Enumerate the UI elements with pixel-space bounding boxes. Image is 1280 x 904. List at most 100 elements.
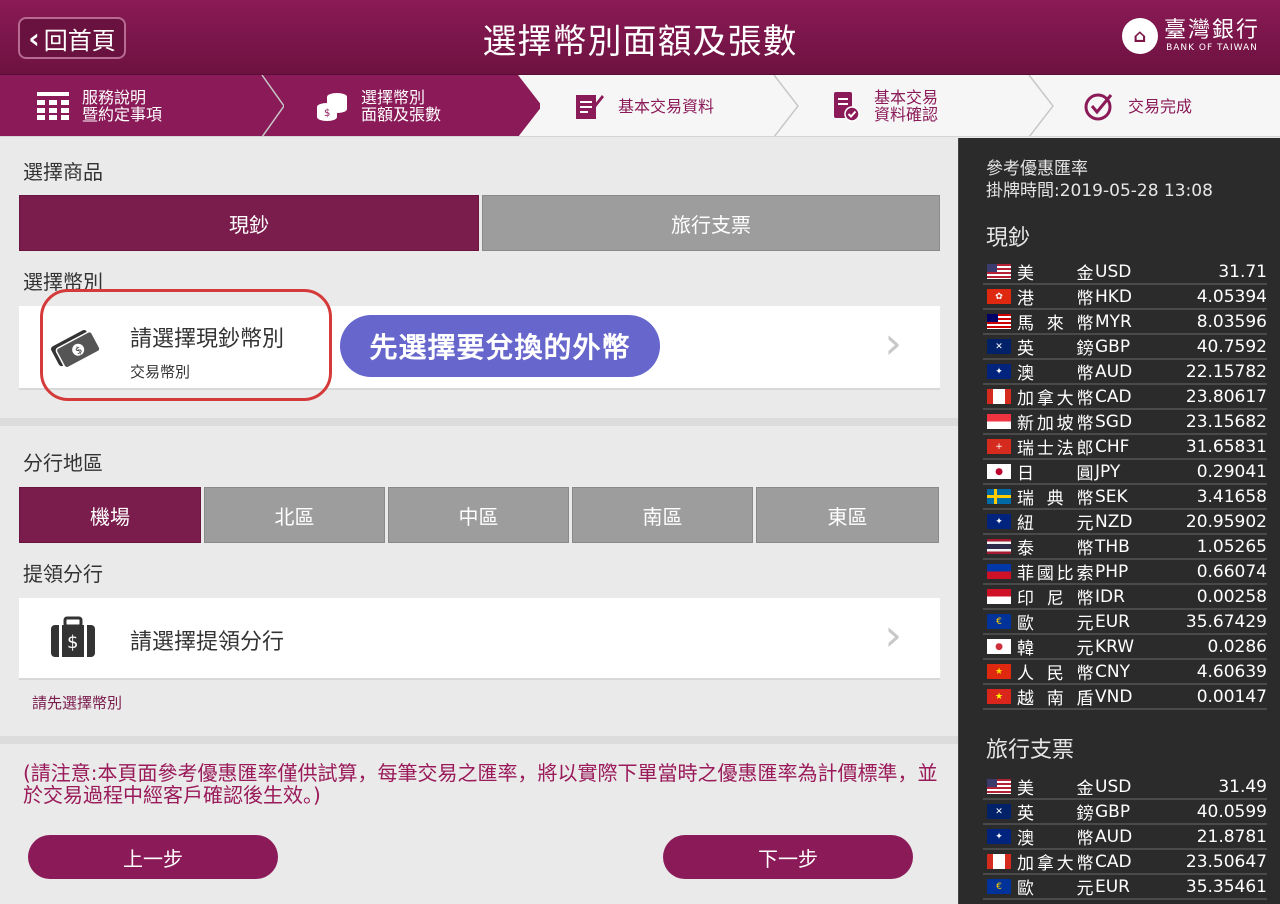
rate-currency-code: USD bbox=[1095, 261, 1132, 282]
rate-currency-name: 英鎊 bbox=[1017, 339, 1094, 359]
se-flag-icon bbox=[987, 489, 1011, 504]
cash-rates-table: 美金 USD 31.71 ✿ 港幣 HKD 4.05394 馬來幣 MYR 8.03596 ✕ 英鎊 G… bbox=[983, 260, 1267, 710]
rate-currency-name: 馬來幣 bbox=[1017, 314, 1094, 334]
rate-value: 0.29041 bbox=[1196, 461, 1267, 482]
next-step-button[interactable]: 下一步 bbox=[663, 835, 913, 879]
nz-flag-icon: ✦ bbox=[987, 514, 1011, 529]
rate-currency-name: 英鎊 bbox=[1017, 804, 1094, 824]
th-flag-icon bbox=[987, 539, 1011, 554]
hk-flag-icon: ✿ bbox=[987, 289, 1011, 304]
rate-row-aud: ✦ 澳幣 AUD 21.8781 bbox=[983, 825, 1267, 850]
region-option-south[interactable]: 南區 bbox=[572, 487, 753, 543]
rate-currency-name: 加拿大幣 bbox=[1017, 854, 1094, 874]
rate-currency-code: AUD bbox=[1095, 361, 1133, 382]
rate-value: 23.80617 bbox=[1185, 386, 1267, 407]
cash-rates-title: 現鈔 bbox=[986, 226, 1031, 251]
edit-form-icon bbox=[572, 89, 606, 123]
my-flag-icon bbox=[987, 314, 1011, 329]
rate-currency-name: 韓元 bbox=[1017, 639, 1094, 659]
step-service-terms: 服務說明 暨約定事項 bbox=[0, 75, 263, 136]
rate-value: 4.60639 bbox=[1196, 661, 1267, 682]
rate-value: 35.35461 bbox=[1185, 876, 1267, 897]
step-separator bbox=[254, 75, 284, 136]
region-option-north[interactable]: 北區 bbox=[204, 487, 385, 543]
product-option-travelers-cheque[interactable]: 旅行支票 bbox=[482, 195, 940, 251]
cn-flag-icon: ★ bbox=[987, 664, 1011, 679]
top-bar: ‹ 回首頁 選擇幣別面額及張數 ⌂ 臺灣銀行 BANK OF TAIWAN bbox=[0, 0, 1280, 75]
divider bbox=[0, 736, 958, 744]
rate-currency-name: 印尼幣 bbox=[1017, 589, 1094, 609]
coins-icon: $ bbox=[315, 89, 349, 123]
cash-money-icon: $ bbox=[47, 324, 103, 376]
rate-row-vnd: ★ 越南盾 VND 0.00147 bbox=[983, 685, 1267, 710]
rate-row-cny: ★ 人民幣 CNY 4.60639 bbox=[983, 660, 1267, 685]
rate-currency-code: VND bbox=[1095, 686, 1133, 707]
rate-currency-code: SGD bbox=[1095, 411, 1133, 432]
rate-currency-name: 人民幣 bbox=[1017, 664, 1094, 684]
rate-notice: (請注意:本頁面參考優惠匯率僅供試算，每筆交易之匯率，將以實際下單當時之優惠匯率… bbox=[23, 761, 938, 807]
region-option-airport[interactable]: 機場 bbox=[19, 487, 201, 543]
annotation-bubble: 先選擇要兌換的外幣 bbox=[340, 315, 660, 377]
rate-value: 40.0599 bbox=[1196, 801, 1267, 822]
step-basic-info: 基本交易資料 bbox=[572, 75, 715, 136]
gb-flag-icon: ✕ bbox=[987, 804, 1011, 819]
home-button[interactable]: ‹ 回首頁 bbox=[18, 17, 126, 59]
branch-warning: 請先選擇幣別 bbox=[32, 694, 123, 712]
rate-value: 31.71 bbox=[1218, 261, 1267, 282]
product-selector: 現鈔 旅行支票 bbox=[19, 195, 940, 251]
rate-value: 20.95902 bbox=[1185, 511, 1267, 532]
step-confirm-info: 基本交易 資料確認 bbox=[828, 75, 938, 136]
rate-currency-code: JPY bbox=[1095, 461, 1121, 482]
rate-row-nzd: ✦ 紐元 NZD 20.95902 bbox=[983, 510, 1267, 535]
step-3-label: 基本交易資料 bbox=[618, 96, 715, 116]
step-separator bbox=[1028, 75, 1054, 136]
currency-select-title: 請選擇現鈔幣別 bbox=[130, 327, 285, 352]
rate-currency-code: GBP bbox=[1095, 801, 1131, 822]
rates-listing-time: 掛牌時間:2019-05-28 13:08 bbox=[986, 181, 1213, 201]
rate-row-cad: 加拿大幣 CAD 23.50647 bbox=[983, 850, 1267, 875]
rate-currency-code: USD bbox=[1095, 776, 1132, 797]
rate-currency-name: 瑞士法郎 bbox=[1017, 439, 1094, 459]
product-option-cash[interactable]: 現鈔 bbox=[19, 195, 479, 251]
rate-row-gbp: ✕ 英鎊 GBP 40.0599 bbox=[983, 800, 1267, 825]
rate-value: 0.0286 bbox=[1207, 636, 1267, 657]
reference-rates-panel: 參考優惠匯率 掛牌時間:2019-05-28 13:08 現鈔 美金 USD 31.… bbox=[958, 138, 1280, 904]
rate-value: 0.66074 bbox=[1196, 561, 1267, 582]
divider bbox=[0, 418, 958, 426]
progress-steps: 服務說明 暨約定事項 $ 選擇幣別 面額及張數 基本交易資料 基本交易 資料確認 交易… bbox=[0, 75, 1280, 137]
rate-currency-code: CAD bbox=[1095, 851, 1132, 872]
step-separator bbox=[510, 75, 540, 136]
rate-currency-name: 美金 bbox=[1017, 779, 1094, 799]
ph-flag-icon bbox=[987, 564, 1011, 579]
rate-value: 8.03596 bbox=[1196, 311, 1267, 332]
id-flag-icon bbox=[987, 589, 1011, 604]
rate-row-cad: 加拿大幣 CAD 23.80617 bbox=[983, 385, 1267, 410]
chevron-right-icon: › bbox=[884, 318, 902, 369]
rate-row-usd: 美金 USD 31.71 bbox=[983, 260, 1267, 285]
previous-step-button[interactable]: 上一步 bbox=[28, 835, 278, 879]
step-2-line2: 面額及張數 bbox=[361, 105, 442, 124]
region-option-east[interactable]: 東區 bbox=[756, 487, 939, 543]
region-option-central[interactable]: 中區 bbox=[388, 487, 569, 543]
rate-currency-code: IDR bbox=[1095, 586, 1125, 607]
rate-currency-code: HKD bbox=[1095, 286, 1133, 307]
rate-currency-name: 美金 bbox=[1017, 264, 1094, 284]
rate-currency-name: 瑞典幣 bbox=[1017, 489, 1094, 509]
rate-row-jpy: ● 日圓 JPY 0.29041 bbox=[983, 460, 1267, 485]
rate-currency-code: CNY bbox=[1095, 661, 1130, 682]
rate-currency-name: 菲國比索 bbox=[1017, 564, 1094, 584]
rate-row-aud: ✦ 澳幣 AUD 22.15782 bbox=[983, 360, 1267, 385]
branch-select-card[interactable]: $ 請選擇提領分行 › bbox=[19, 598, 940, 680]
briefcase-money-icon: $ bbox=[49, 616, 97, 664]
rate-value: 21.8781 bbox=[1196, 826, 1267, 847]
step-1-line2: 暨約定事項 bbox=[82, 105, 163, 124]
rate-row-eur: € 歐元 EUR 35.35461 bbox=[983, 875, 1267, 900]
rate-row-gbp: ✕ 英鎊 GBP 40.7592 bbox=[983, 335, 1267, 360]
rate-currency-code: THB bbox=[1095, 536, 1130, 557]
ca-flag-icon bbox=[987, 389, 1011, 404]
rate-value: 0.00258 bbox=[1196, 586, 1267, 607]
rate-value: 31.49 bbox=[1218, 776, 1267, 797]
rate-currency-name: 歐元 bbox=[1017, 879, 1094, 899]
gb-flag-icon: ✕ bbox=[987, 339, 1011, 354]
currency-select-sub: 交易幣別 bbox=[130, 363, 191, 381]
